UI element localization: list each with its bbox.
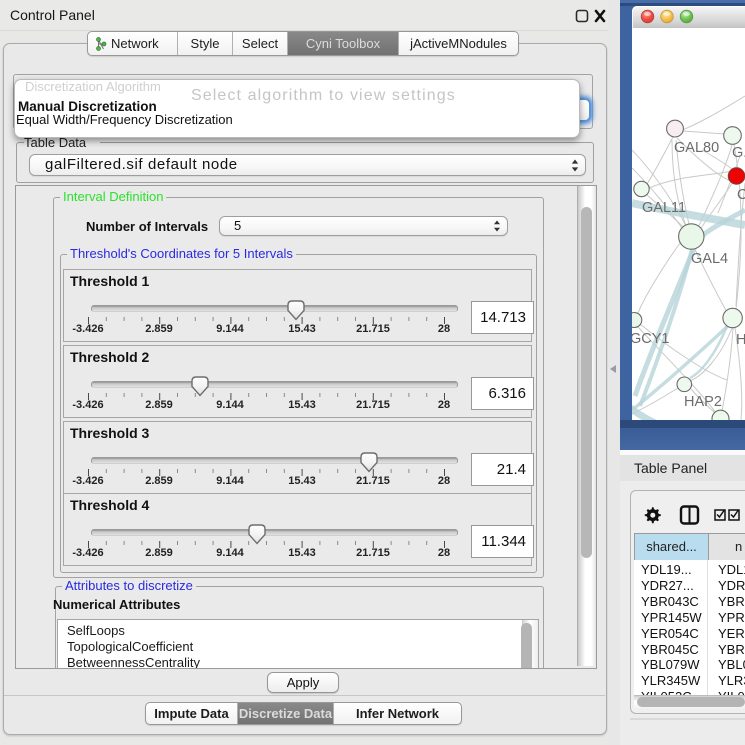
- svg-text:G.: G.: [732, 145, 745, 161]
- svg-text:GAL80: GAL80: [674, 140, 719, 156]
- svg-text:C: C: [737, 187, 745, 203]
- svg-text:H: H: [736, 332, 745, 348]
- svg-text:HAP2: HAP2: [684, 394, 722, 410]
- svg-text:GAL11: GAL11: [642, 200, 686, 216]
- svg-text:GAL4: GAL4: [691, 251, 728, 267]
- svg-text:GCY1: GCY1: [632, 331, 670, 347]
